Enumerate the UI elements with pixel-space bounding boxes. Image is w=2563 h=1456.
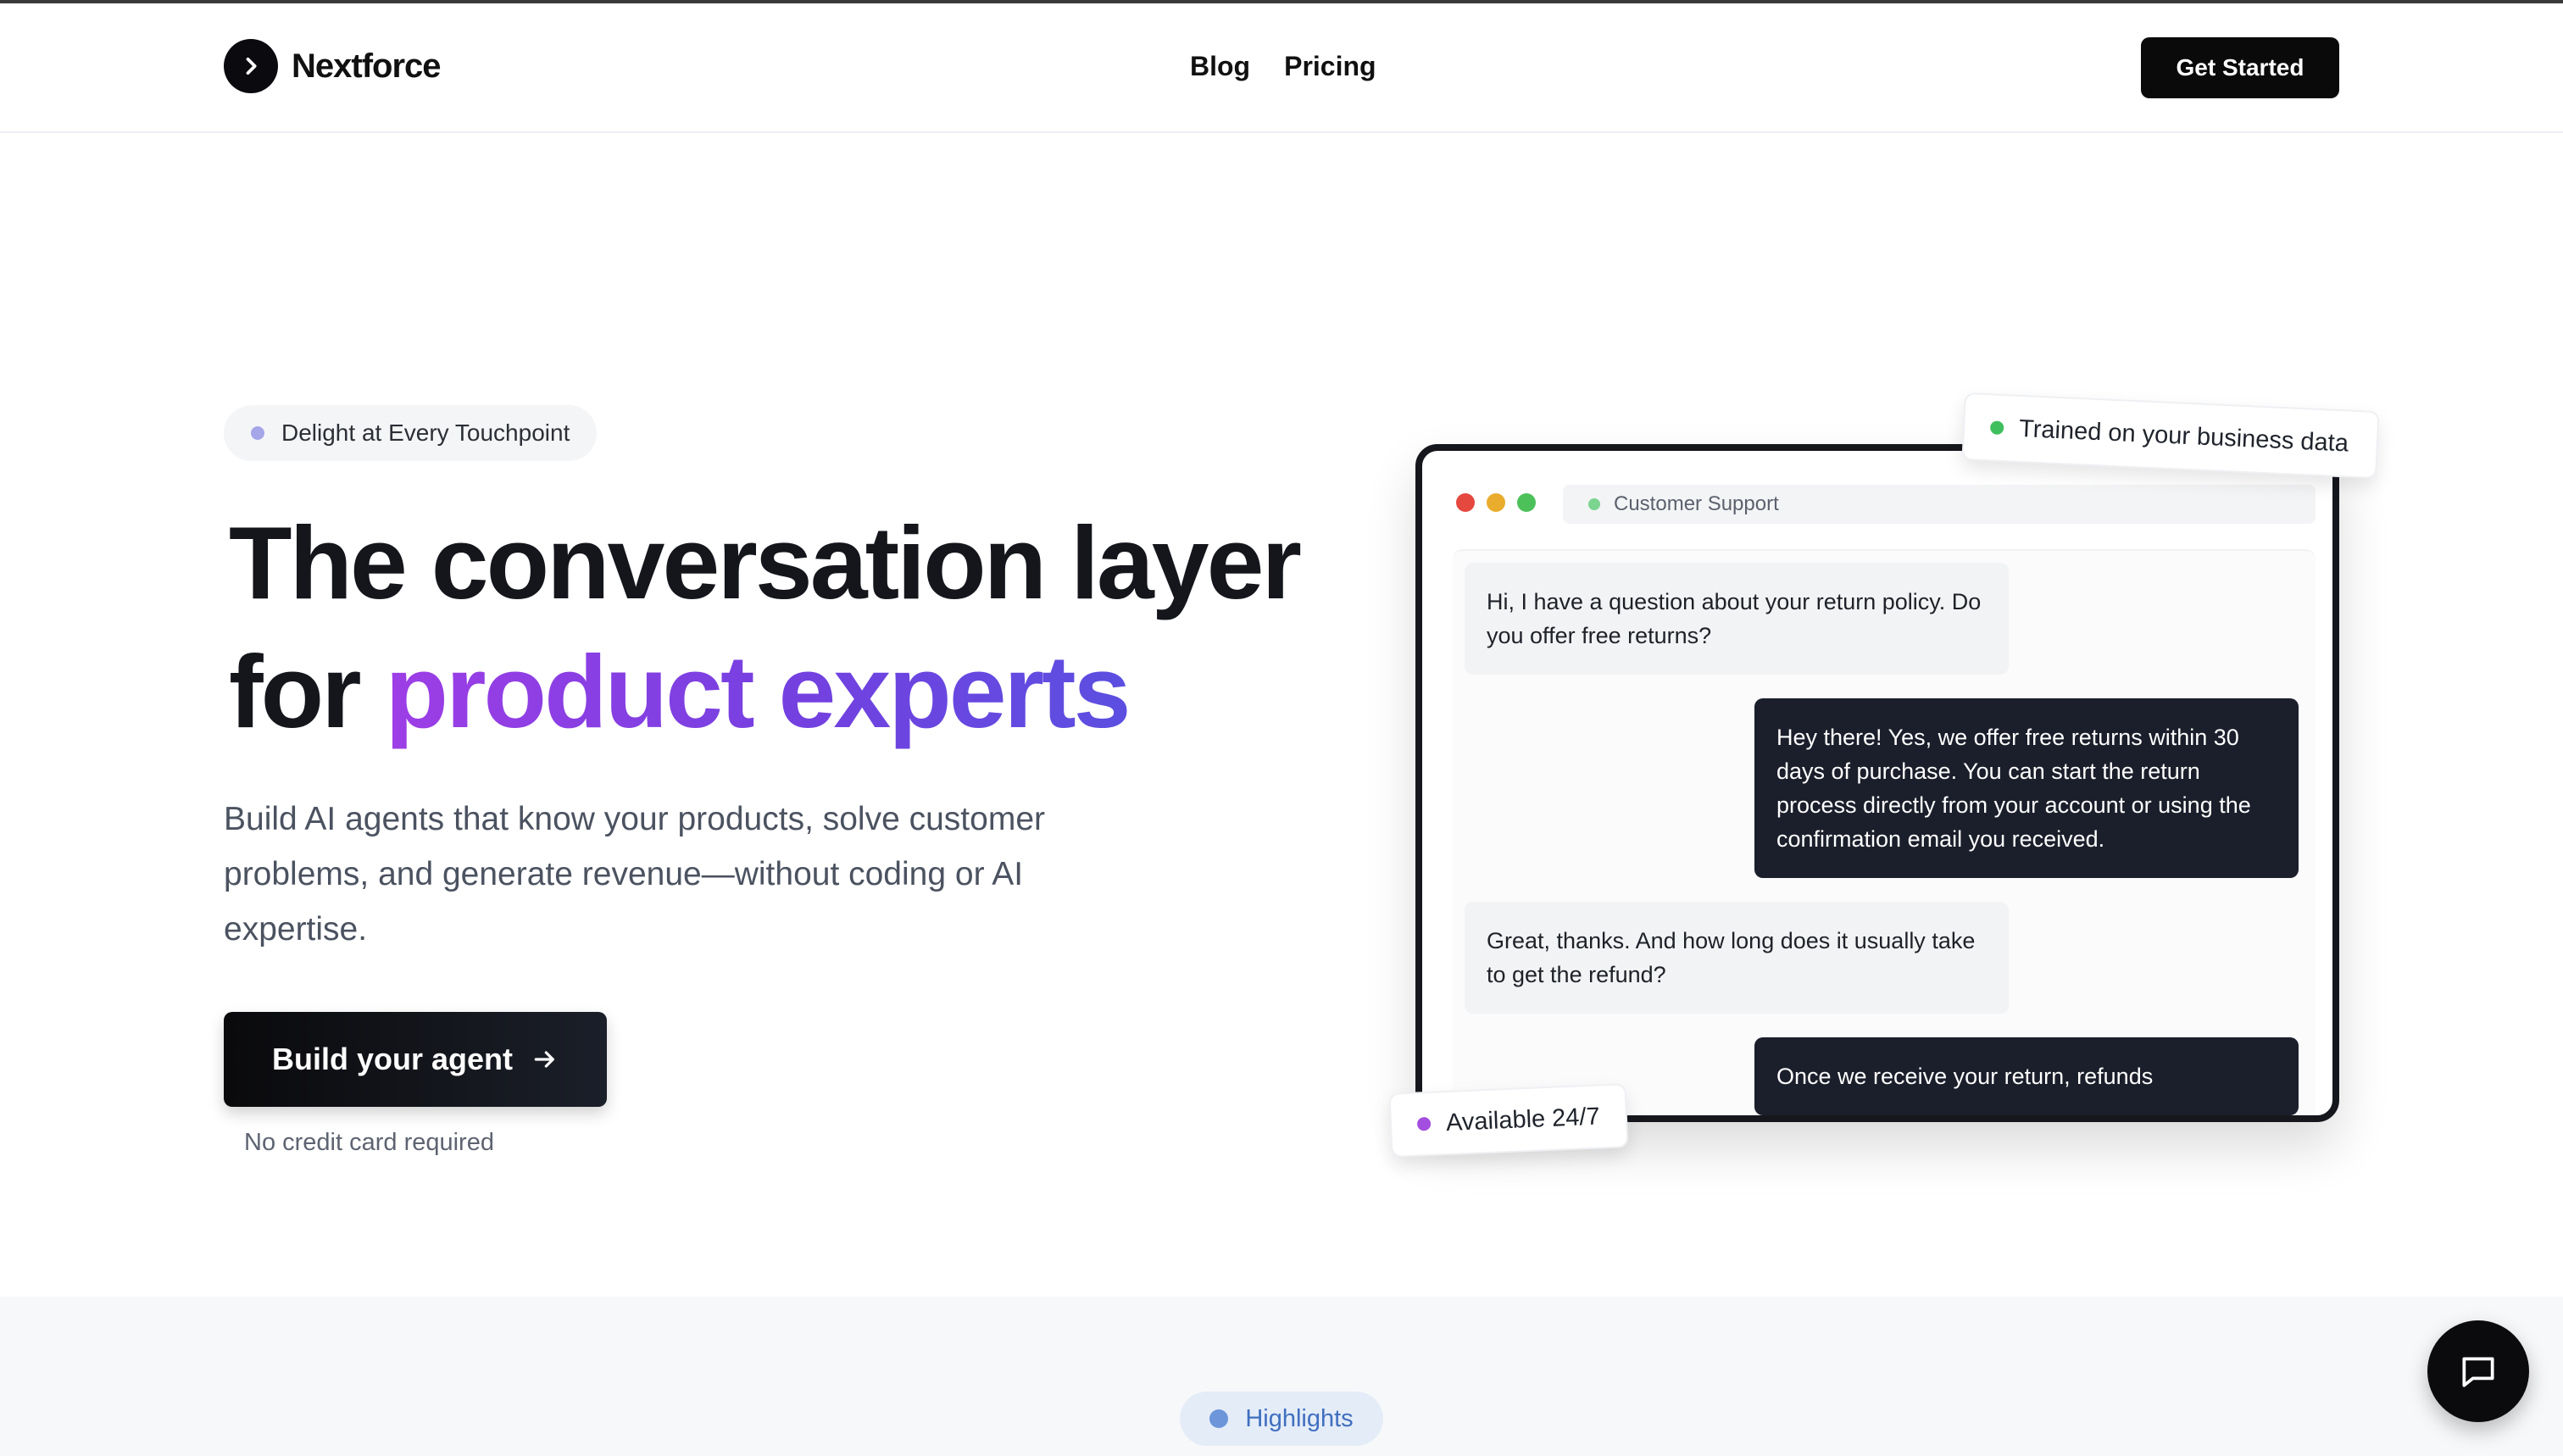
- nav-pricing[interactable]: Pricing: [1284, 51, 1376, 82]
- highlights-pill: Highlights: [1180, 1392, 1383, 1446]
- minimize-dot: [1487, 493, 1505, 512]
- build-agent-button[interactable]: Build your agent: [224, 1012, 607, 1107]
- hero-pill: Delight at Every Touchpoint: [224, 405, 598, 461]
- window-controls: [1456, 493, 1536, 512]
- available-badge-text: Available 24/7: [1445, 1103, 1601, 1136]
- get-started-button[interactable]: Get Started: [2141, 37, 2339, 98]
- close-dot: [1456, 493, 1475, 512]
- maximize-dot: [1517, 493, 1536, 512]
- hero-title-highlight: product experts: [385, 634, 1131, 749]
- hero-subtitle: Build AI agents that know your products,…: [224, 801, 1046, 948]
- chat-message-user: Hi, I have a question about your return …: [1465, 563, 2009, 675]
- green-dot: [1989, 420, 2004, 436]
- hero-title: The conversation layer for product exper…: [229, 498, 1348, 756]
- build-agent-label: Build your agent: [271, 1042, 513, 1076]
- highlights-label: Highlights: [1245, 1404, 1354, 1432]
- purple-dot: [1416, 1116, 1432, 1131]
- chevron-right-icon: [224, 39, 278, 93]
- site-header: Nextforce Blog Pricing Get Started: [0, 3, 2563, 133]
- hero-title-for: for: [229, 634, 362, 749]
- chat-message-bot: Once we receive your return, refunds: [1754, 1037, 2299, 1115]
- brand-logo[interactable]: Nextforce: [224, 39, 442, 93]
- chat-message-bot: Hey there! Yes, we offer free returns wi…: [1754, 698, 2299, 878]
- chat-launcher-button[interactable]: [2427, 1320, 2529, 1422]
- chat-message-user: Great, thanks. And how long does it usua…: [1465, 902, 2009, 1014]
- window-title: Customer Support: [1614, 492, 1779, 515]
- highlights-dot: [1209, 1409, 1229, 1428]
- no-credit-card-note: No credit card required: [244, 1129, 494, 1156]
- available-badge: Available 24/7: [1388, 1083, 1629, 1158]
- hero-title-line1: The conversation layer: [229, 505, 1302, 620]
- chat-bubble-icon: [2462, 1357, 2494, 1387]
- chat-messages: Hi, I have a question about your return …: [1453, 549, 2316, 1115]
- nav-blog[interactable]: Blog: [1190, 51, 1250, 82]
- arrow-right-icon: [534, 1051, 554, 1068]
- trained-badge-text: Trained on your business data: [2018, 414, 2349, 458]
- main-nav: Blog Pricing: [1190, 51, 1376, 82]
- chat-window-mockup: Customer Support Hi, I have a question a…: [1415, 444, 2339, 1122]
- hero-pill-text: Delight at Every Touchpoint: [281, 420, 570, 446]
- pill-dot: [251, 426, 264, 440]
- status-dot: [1588, 498, 1600, 510]
- window-title-bar: Customer Support: [1563, 485, 2316, 524]
- brand-name: Nextforce: [292, 47, 442, 85]
